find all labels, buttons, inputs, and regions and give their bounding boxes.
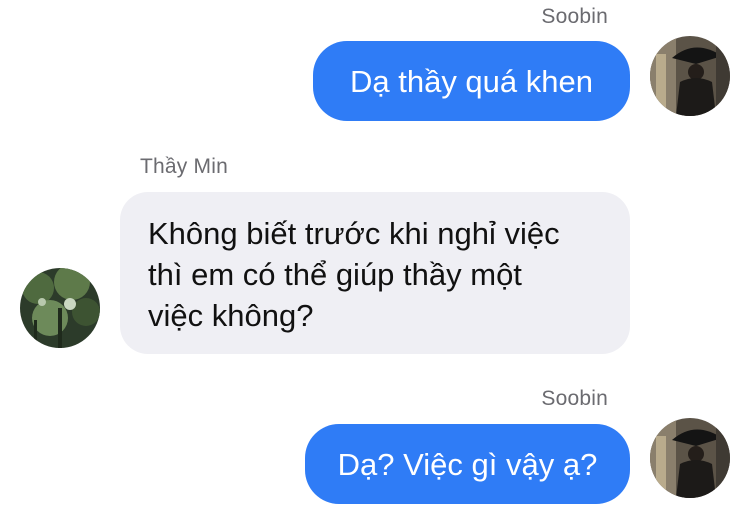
sender-name: Thầy Min [140, 155, 228, 178]
sender-name: Soobin [541, 5, 608, 28]
message-text: Dạ thầy quá khen [349, 63, 593, 99]
incoming-message-bubble[interactable]: Không biết trước khi nghỉ việc thì em có… [120, 192, 630, 354]
message-text: Dạ? Việc gì vậy ạ? [337, 446, 598, 482]
outgoing-message-bubble[interactable]: Dạ thầy quá khen [313, 41, 630, 121]
outgoing-avatar-icon[interactable] [650, 418, 730, 498]
message-text-line: việc không? [148, 298, 314, 333]
outgoing-message-bubble[interactable]: Dạ? Việc gì vậy ạ? [305, 424, 630, 504]
incoming-avatar-icon[interactable] [20, 268, 100, 348]
message-text-line: Không biết trước khi nghỉ việc [148, 216, 560, 251]
outgoing-avatar-icon[interactable] [650, 36, 730, 116]
sender-name: Soobin [541, 387, 608, 410]
message-text-line: thì em có thể giúp thầy một [148, 257, 522, 292]
